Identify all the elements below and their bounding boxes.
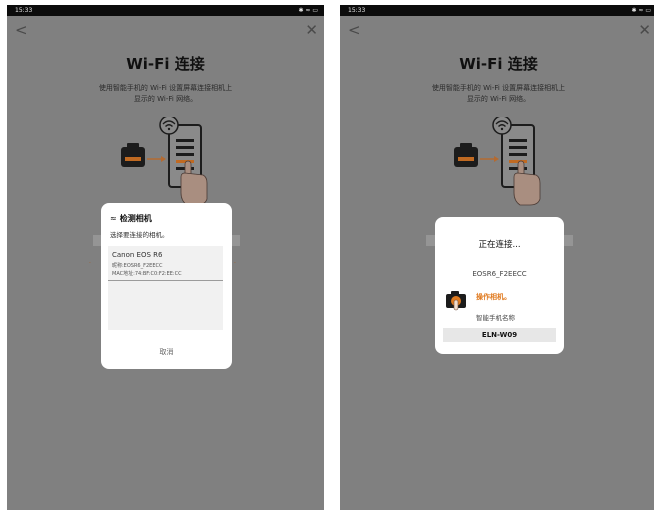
instruction-line-2: 显示的 Wi-Fi 网络。: [466, 95, 531, 103]
operate-camera-text: 操作相机。: [476, 293, 511, 301]
instruction-line-1: 使用智能手机的 Wi-Fi 设置屏幕连接相机上: [431, 84, 566, 92]
background-text-left: ·: [89, 260, 91, 267]
background-strip-right: [232, 235, 240, 246]
wifi-connection-illustration: [121, 117, 208, 206]
status-bar: 15:33 ✱ ≈ ▭: [7, 5, 324, 16]
dialog-title-text: 检测相机: [119, 214, 152, 223]
background-strip-right: [564, 235, 573, 246]
list-item[interactable]: Canon EOS R6 昵称:EOSR6_F2EECC MAC地址:74:BF…: [108, 246, 223, 281]
wifi-icon: ≈: [110, 214, 117, 223]
back-icon[interactable]: <: [348, 23, 361, 38]
camera-icon: [121, 143, 145, 167]
back-icon[interactable]: <: [15, 23, 28, 38]
close-icon[interactable]: ✕: [305, 23, 318, 38]
camera-operate-icon: [446, 291, 466, 311]
connecting-title: 正在连接...: [478, 240, 521, 250]
screen-right: 15:33 ✱ ≈ ▭ < ✕ Wi-Fi 连接 使用智能手机的 Wi-Fi 设…: [340, 5, 654, 510]
page-title: Wi-Fi 连接: [459, 55, 538, 73]
cancel-button[interactable]: 取消: [101, 347, 232, 357]
camera-name: Canon EOS R6: [112, 251, 163, 259]
smartphone-name-label: 智能手机名称: [476, 314, 515, 322]
background-strip-left: [426, 235, 435, 246]
screen-left: 15:33 ✱ ≈ ▭ < ✕ Wi-Fi 连接 使用智能手机的 Wi-Fi 设…: [7, 5, 324, 510]
status-time: 15:33: [15, 7, 33, 14]
wifi-icon: [492, 117, 512, 135]
connecting-camera-name: EOSR6_F2EECC: [472, 270, 527, 278]
instruction-text: 使用智能手机的 Wi-Fi 设置屏幕连接相机上 显示的 Wi-Fi 网络。: [410, 83, 587, 105]
system-icons: ✱ ≈ ▭: [631, 7, 651, 14]
detect-camera-dialog: ≈ 检测相机 选择要连接的相机。 Canon EOS R6 昵称:EOSR6_F2…: [101, 203, 232, 369]
dialog-title: ≈ 检测相机: [110, 213, 152, 224]
instruction-line-1: 使用智能手机的 Wi-Fi 设置屏幕连接相机上: [98, 84, 233, 92]
instruction-text: 使用智能手机的 Wi-Fi 设置屏幕连接相机上 显示的 Wi-Fi 网络。: [77, 83, 254, 105]
system-icons: ✱ ≈ ▭: [298, 7, 318, 14]
arrow-icon: [480, 156, 499, 162]
camera-icon: [454, 143, 478, 167]
connecting-dialog: 正在连接... EOSR6_F2EECC 操作相机。 智能手机名称 ELN-W0…: [435, 217, 564, 354]
status-time: 15:33: [348, 7, 366, 14]
status-bar: 15:33 ✱ ≈ ▭: [340, 5, 654, 16]
dialog-subtitle: 选择要连接的相机。: [110, 231, 169, 239]
background-text-right: ·: [234, 260, 236, 267]
smartphone-name-value: ELN-W09: [443, 328, 556, 342]
camera-mac: MAC地址:74:BF:C0:F2:EE:CC: [112, 271, 182, 277]
close-icon[interactable]: ✕: [638, 23, 651, 38]
camera-list: Canon EOS R6 昵称:EOSR6_F2EECC MAC地址:74:BF…: [108, 246, 223, 330]
background-strip-left: [93, 235, 101, 246]
page-title: Wi-Fi 连接: [126, 55, 205, 73]
arrow-icon: [147, 156, 166, 162]
wifi-icon: [159, 117, 179, 135]
camera-nickname: 昵称:EOSR6_F2EECC: [112, 263, 163, 269]
instruction-line-2: 显示的 Wi-Fi 网络。: [133, 95, 198, 103]
wifi-connection-illustration: [454, 117, 541, 206]
